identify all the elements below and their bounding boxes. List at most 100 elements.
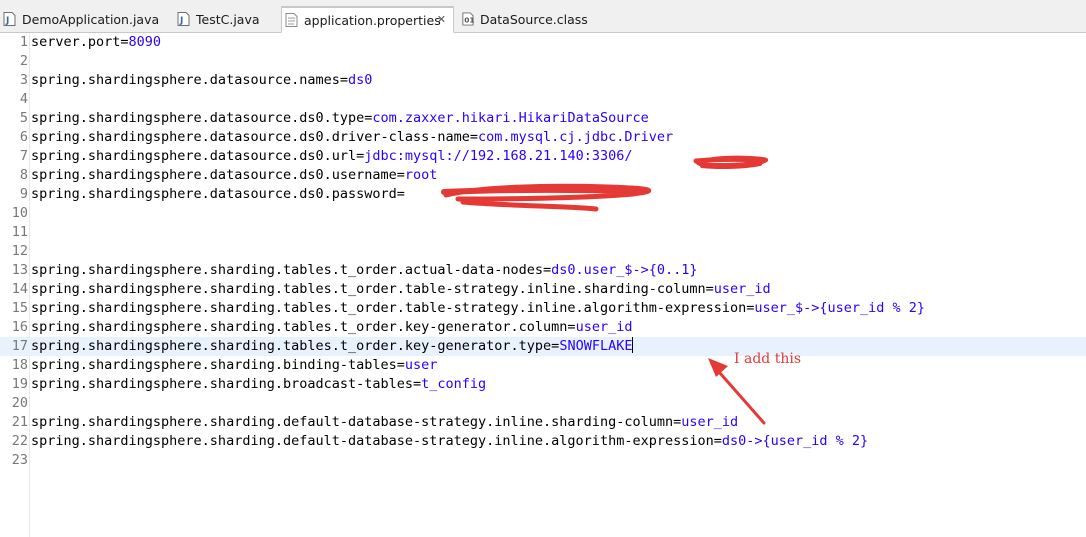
- line-content: spring.shardingsphere.datasource.ds0.typ…: [31, 109, 649, 128]
- code-line[interactable]: 22 spring.shardingsphere.sharding.default…: [0, 432, 1086, 451]
- line-content: spring.shardingsphere.sharding.tables.t_…: [31, 337, 634, 356]
- line-number: 23: [11, 452, 28, 468]
- code-line[interactable]: 20: [0, 394, 1086, 413]
- code-line[interactable]: 17 spring.shardingsphere.sharding.tables.…: [0, 337, 1086, 356]
- property-value: ds0->{user_id % 2}: [721, 433, 869, 449]
- line-number: 10: [11, 205, 28, 221]
- property-key: spring.shardingsphere.sharding.tables.t_…: [31, 300, 755, 316]
- line-content: spring.shardingsphere.datasource.ds0.url…: [31, 147, 632, 166]
- line-content: server.port=8090: [31, 33, 161, 52]
- code-line[interactable]: 10: [0, 204, 1086, 223]
- code-line[interactable]: 9 spring.shardingsphere.datasource.ds0.pa…: [0, 185, 1086, 204]
- line-content: spring.shardingsphere.sharding.default-d…: [31, 413, 738, 432]
- line-number: 17: [11, 338, 28, 354]
- code-line[interactable]: 16 spring.shardingsphere.sharding.tables.…: [0, 318, 1086, 337]
- line-number: 13: [11, 262, 28, 278]
- code-line[interactable]: 18 spring.shardingsphere.sharding.binding…: [0, 356, 1086, 375]
- code-line[interactable]: 11: [0, 223, 1086, 242]
- code-line[interactable]: 1 server.port=8090: [0, 33, 1086, 52]
- text-caret: [632, 337, 634, 353]
- property-key: spring.shardingsphere.sharding.broadcast…: [31, 376, 422, 392]
- line-number: 14: [11, 281, 28, 297]
- property-value: root: [404, 167, 438, 183]
- property-key: server.port=: [31, 34, 129, 50]
- line-number: 5: [19, 110, 28, 126]
- tab-application-properties[interactable]: application.properties ✕: [281, 6, 454, 33]
- line-content: spring.shardingsphere.sharding.default-d…: [31, 432, 868, 451]
- code-line[interactable]: 6 spring.shardingsphere.datasource.ds0.dr…: [0, 128, 1086, 147]
- code-line[interactable]: 3 spring.shardingsphere.datasource.names=…: [0, 71, 1086, 90]
- line-content: spring.shardingsphere.datasource.ds0.dri…: [31, 128, 673, 147]
- line-content: spring.shardingsphere.datasource.ds0.use…: [31, 166, 437, 185]
- property-value: user: [404, 357, 438, 373]
- code-line[interactable]: 13 spring.shardingsphere.sharding.tables.…: [0, 261, 1086, 280]
- line-number: 19: [11, 376, 28, 392]
- line-number: 2: [19, 53, 28, 69]
- property-value: com.zaxxer.hikari.HikariDataSource: [372, 110, 649, 126]
- property-key: spring.shardingsphere.datasource.ds0.dri…: [31, 129, 479, 145]
- properties-file-icon: [285, 13, 298, 27]
- code-editor[interactable]: 1 server.port=8090 2 3 spring.shardingsphere…: [0, 33, 1086, 537]
- line-number: 21: [11, 414, 28, 430]
- java-file-icon: J: [177, 12, 190, 26]
- editor-tab-bar: J DemoApplication.java J TestC.java appl…: [0, 0, 1086, 33]
- property-key: spring.shardingsphere.datasource.ds0.pas…: [31, 186, 405, 202]
- line-content: spring.shardingsphere.sharding.binding-t…: [31, 356, 437, 375]
- code-line[interactable]: 23: [0, 451, 1086, 470]
- line-number: 18: [11, 357, 28, 373]
- line-number: 8: [19, 167, 28, 183]
- line-number: 12: [11, 243, 28, 259]
- property-key: spring.shardingsphere.sharding.tables.t_…: [31, 338, 560, 354]
- property-value: SNOWFLAKE: [559, 338, 633, 354]
- line-content: spring.shardingsphere.datasource.names=d…: [31, 71, 372, 90]
- svg-text:01: 01: [464, 16, 474, 25]
- property-value: jdbc:mysql://192.168.21.140:3306/: [364, 148, 633, 164]
- line-number: 11: [11, 224, 28, 240]
- code-line[interactable]: 14 spring.shardingsphere.sharding.tables.…: [0, 280, 1086, 299]
- line-number: 9: [19, 186, 28, 202]
- line-number: 6: [19, 129, 28, 145]
- property-key: spring.shardingsphere.datasource.names=: [31, 72, 348, 88]
- property-key: spring.shardingsphere.sharding.default-d…: [31, 433, 722, 449]
- code-line[interactable]: 21 spring.shardingsphere.sharding.default…: [0, 413, 1086, 432]
- property-value: user_id: [575, 319, 633, 335]
- line-content: spring.shardingsphere.datasource.ds0.pas…: [31, 185, 405, 204]
- property-key: spring.shardingsphere.sharding.tables.t_…: [31, 319, 576, 335]
- tab-testc-java[interactable]: J TestC.java: [174, 7, 278, 33]
- line-number: 16: [11, 319, 28, 335]
- code-line[interactable]: 2: [0, 52, 1086, 71]
- tab-demoapplication-java[interactable]: J DemoApplication.java: [0, 7, 162, 33]
- property-key: spring.shardingsphere.sharding.binding-t…: [31, 357, 405, 373]
- code-line[interactable]: 12: [0, 242, 1086, 261]
- code-line[interactable]: 15 spring.shardingsphere.sharding.tables.…: [0, 299, 1086, 318]
- java-file-icon: J: [3, 12, 16, 26]
- class-file-icon: 01: [462, 12, 474, 26]
- property-key: spring.shardingsphere.sharding.tables.t_…: [31, 262, 552, 278]
- line-content: spring.shardingsphere.sharding.broadcast…: [31, 375, 486, 394]
- property-value: com.mysql.cj.jdbc.Driver: [478, 129, 674, 145]
- property-key: spring.shardingsphere.datasource.ds0.typ…: [31, 110, 373, 126]
- line-number: 20: [11, 395, 28, 411]
- code-line[interactable]: 4: [0, 90, 1086, 109]
- line-content: spring.shardingsphere.sharding.tables.t_…: [31, 299, 925, 318]
- tab-label: DemoApplication.java: [22, 12, 160, 27]
- property-value: user_id: [681, 414, 739, 430]
- code-line[interactable]: 8 spring.shardingsphere.datasource.ds0.us…: [0, 166, 1086, 185]
- property-value: user_$->{user_id % 2}: [754, 300, 926, 316]
- svg-text:J: J: [5, 16, 9, 26]
- tab-label: TestC.java: [196, 12, 260, 27]
- property-value: ds0: [347, 72, 373, 88]
- close-icon[interactable]: ✕: [437, 13, 446, 26]
- annotation-label: I add this: [734, 351, 802, 367]
- property-value: ds0.user_$->{0..1}: [551, 262, 698, 278]
- line-content: spring.shardingsphere.sharding.tables.t_…: [31, 280, 771, 299]
- property-value: 8090: [128, 34, 162, 50]
- line-number: 22: [11, 433, 28, 449]
- code-line[interactable]: 7 spring.shardingsphere.datasource.ds0.ur…: [0, 147, 1086, 166]
- property-value: t_config: [421, 376, 487, 392]
- property-value: user_id: [713, 281, 771, 297]
- code-line[interactable]: 5 spring.shardingsphere.datasource.ds0.ty…: [0, 109, 1086, 128]
- tab-datasource-class[interactable]: 01 DataSource.class: [458, 7, 588, 33]
- line-number: 15: [11, 300, 28, 316]
- code-line[interactable]: 19 spring.shardingsphere.sharding.broadca…: [0, 375, 1086, 394]
